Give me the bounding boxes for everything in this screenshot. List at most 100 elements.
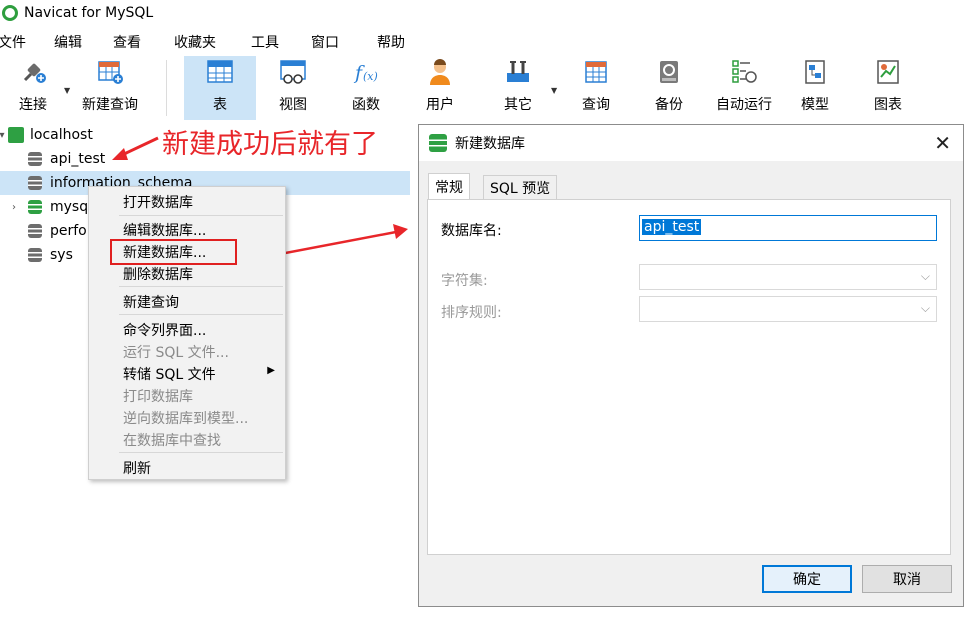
db-name-value: api_test [642,219,702,235]
new-query-icon [96,58,124,86]
chevron-down-icon: ⌵ [920,301,930,315]
table-button[interactable]: 表 [184,56,256,120]
new-database-dialog: 新建数据库 ✕ 常规 SQL 预览 数据库名: api_test 字符集: ⌵ … [418,124,964,607]
menu-help[interactable]: 帮助 [377,32,405,52]
ok-button[interactable]: 确定 [762,565,852,593]
connect-dropdown-icon[interactable]: ▼ [64,86,70,95]
tree-label: perfo [50,223,87,239]
menu-separator [119,452,283,453]
new-query-button[interactable]: 新建查询 [76,56,144,120]
menu-window[interactable]: 窗口 [311,32,339,52]
window-title: Navicat for MySQL [24,5,154,21]
menu-favorites[interactable]: 收藏夹 [174,32,216,52]
svg-text:(x): (x) [363,70,378,83]
tree-label: mysq [50,199,89,215]
database-icon [28,200,42,214]
db-name-label: 数据库名: [441,223,502,239]
menu-file[interactable]: 文件 [0,32,26,52]
chart-icon [874,58,902,86]
user-icon [426,58,454,86]
chart-label: 图表 [874,97,902,113]
model-label: 模型 [801,97,829,113]
tree-label: localhost [30,127,93,143]
collation-select[interactable]: ⌵ [639,296,937,322]
annotation-text: 新建成功后就有了 [162,129,378,160]
collapse-icon[interactable]: ▾ [0,130,8,141]
charset-select[interactable]: ⌵ [639,264,937,290]
menu-edit[interactable]: 编辑 [54,32,82,52]
menu-separator [119,215,283,216]
highlight-box [110,239,237,265]
menu-reverse-to-model: 逆向数据库到模型... [123,411,249,427]
user-label: 用户 [426,97,454,113]
others-button[interactable]: 其它 [490,56,546,120]
menu-run-sql-file: 运行 SQL 文件... [123,345,229,361]
database-icon [28,224,42,238]
database-icon [28,152,42,166]
view-button[interactable]: 视图 [264,56,322,120]
model-button[interactable]: 模型 [790,56,840,120]
chart-button[interactable]: 图表 [862,56,914,120]
table-icon [206,58,234,86]
new-query-label: 新建查询 [82,97,138,113]
others-label: 其它 [504,97,532,113]
menu-new-query[interactable]: 新建查询 [123,292,179,312]
menu-find-in-database: 在数据库中查找 [123,433,221,449]
dialog-title: 新建数据库 [455,136,525,152]
schedule-label: 自动运行 [716,97,772,113]
chevron-down-icon: ⌵ [920,269,930,283]
tab-sql-preview[interactable]: SQL 预览 [483,175,558,199]
menu-refresh[interactable]: 刷新 [123,458,151,478]
view-label: 视图 [279,97,307,113]
collation-label: 排序规则: [441,305,502,321]
function-icon: f (x) [352,58,380,86]
function-label: 函数 [352,97,380,113]
menu-dump-sql-file[interactable]: 转储 SQL 文件 [123,364,216,384]
schedule-button[interactable]: 自动运行 [706,56,782,120]
menu-view[interactable]: 查看 [113,32,141,52]
database-icon [28,248,42,262]
charset-label: 字符集: [441,273,488,289]
backup-button[interactable]: 备份 [642,56,696,120]
menu-separator [119,286,283,287]
menu-print-database: 打印数据库 [123,389,193,405]
plug-icon [19,58,47,86]
tree-label: api_test [50,151,106,167]
tools-icon [504,58,532,86]
toolbar: 连接 ▼ 新建查询 表 视图 f (x) 函数 用户 其它 ▼ 查询 备份 自动… [0,56,969,122]
tree-label: sys [50,247,73,263]
schedule-icon [730,58,758,86]
tab-general[interactable]: 常规 [428,173,470,199]
query-label: 查询 [582,97,610,113]
close-icon[interactable]: ✕ [934,131,951,155]
view-icon [279,58,307,86]
function-button[interactable]: f (x) 函数 [338,56,394,120]
query-icon [582,58,610,86]
backup-label: 备份 [655,97,683,113]
menu-tools[interactable]: 工具 [251,32,279,52]
cancel-button[interactable]: 取消 [862,565,952,593]
navicat-logo-icon [2,5,18,21]
expand-icon[interactable]: › [8,202,20,213]
menu-separator [119,314,283,315]
model-icon [801,58,829,86]
toolbar-separator [166,60,167,116]
backup-icon [655,58,683,86]
user-button[interactable]: 用户 [412,56,468,120]
others-dropdown-icon[interactable]: ▼ [551,86,557,95]
menu-edit-database[interactable]: 编辑数据库... [123,220,206,240]
menu-open-database[interactable]: 打开数据库 [123,192,193,212]
db-name-input[interactable]: api_test [639,215,937,241]
connect-button[interactable]: 连接 [8,56,58,120]
dialog-title-bar: 新建数据库 ✕ [419,125,963,161]
database-icon [28,176,42,190]
dialog-panel: 数据库名: api_test 字符集: ⌵ 排序规则: ⌵ [427,199,951,555]
menu-command-line[interactable]: 命令列界面... [123,320,206,340]
table-label: 表 [213,97,227,113]
submenu-arrow-icon: ▶ [267,365,275,376]
query-button[interactable]: 查询 [568,56,624,120]
connect-label: 连接 [19,97,47,113]
menu-bar: 文件 编辑 查看 收藏夹 工具 窗口 帮助 [0,28,969,54]
title-bar: Navicat for MySQL [0,0,969,26]
menu-delete-database[interactable]: 删除数据库 [123,264,193,284]
